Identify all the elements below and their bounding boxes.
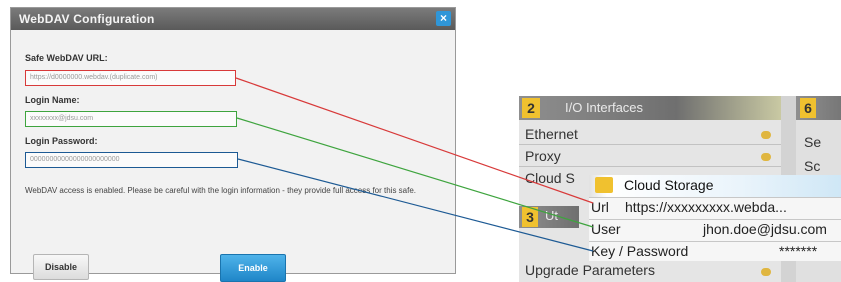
utilities-panel-number: 3: [522, 207, 538, 227]
io-item-upgrade-parameters[interactable]: Upgrade Parameters: [525, 262, 655, 278]
cloud-url-value: https://xxxxxxxxx.webda...: [625, 199, 787, 215]
dialog-title: WebDAV Configuration: [19, 12, 155, 26]
cloud-url-row[interactable]: Url https://xxxxxxxxx.webda...: [589, 197, 841, 219]
utilities-panel-header: 3 Ut: [519, 206, 579, 228]
io-panel-header: 2 I/O Interfaces: [519, 96, 781, 120]
cloud-storage-popup: Cloud Storage Url https://xxxxxxxxx.webd…: [589, 175, 841, 261]
chevron-icon: [761, 268, 771, 276]
login-name-field[interactable]: xxxxxxxx@jdsu.com: [25, 111, 237, 127]
url-field[interactable]: https://d0000000.webdav.(duplicate.com): [25, 70, 236, 86]
webdav-dialog: WebDAV Configuration × Safe WebDAV URL: …: [10, 7, 456, 282]
io-item-ethernet[interactable]: Ethernet: [525, 126, 578, 142]
cloud-icon: [595, 177, 613, 193]
close-icon[interactable]: ×: [436, 11, 451, 26]
side-panel-number: 6: [800, 98, 816, 118]
cloud-storage-title: Cloud Storage: [624, 177, 714, 193]
enable-button[interactable]: Enable: [220, 254, 286, 282]
cloud-user-value: jhon.doe@jdsu.com: [703, 221, 827, 237]
io-panel-number: 2: [522, 98, 540, 118]
device-screen: 2 I/O Interfaces Ethernet Proxy Cloud S …: [519, 96, 841, 282]
cloud-user-key: User: [591, 221, 621, 237]
cloud-password-row[interactable]: Key / Password *******: [589, 241, 841, 263]
chevron-icon: [761, 131, 771, 139]
utilities-panel-title: Ut: [545, 208, 558, 223]
io-panel-title: I/O Interfaces: [565, 100, 644, 115]
side-panel-item[interactable]: Se: [804, 134, 821, 150]
io-item-cloud-storage[interactable]: Cloud S: [525, 170, 575, 186]
divider: [519, 144, 781, 145]
cloud-url-key: Url: [591, 199, 609, 215]
url-label: Safe WebDAV URL:: [25, 53, 108, 63]
login-label: Login Name:: [25, 95, 80, 105]
cloud-password-key: Key / Password: [591, 243, 689, 259]
dialog-titlebar: WebDAV Configuration ×: [11, 8, 455, 30]
cloud-storage-header: Cloud Storage: [589, 175, 841, 197]
chevron-icon: [761, 153, 771, 161]
side-panel-header: 6: [796, 96, 841, 120]
io-item-proxy[interactable]: Proxy: [525, 148, 561, 164]
dialog-content: Safe WebDAV URL: https://d0000000.webdav…: [11, 30, 455, 282]
cloud-user-row[interactable]: User jhon.doe@jdsu.com: [589, 219, 841, 241]
access-note: WebDAV access is enabled. Please be care…: [25, 186, 417, 195]
side-panel-item[interactable]: Sc: [804, 158, 820, 174]
password-label: Login Password:: [25, 136, 98, 146]
disable-button[interactable]: Disable: [33, 254, 89, 280]
password-field[interactable]: 00000000000000000000000: [25, 152, 238, 168]
cloud-password-value: *******: [779, 243, 818, 259]
divider: [519, 166, 781, 167]
